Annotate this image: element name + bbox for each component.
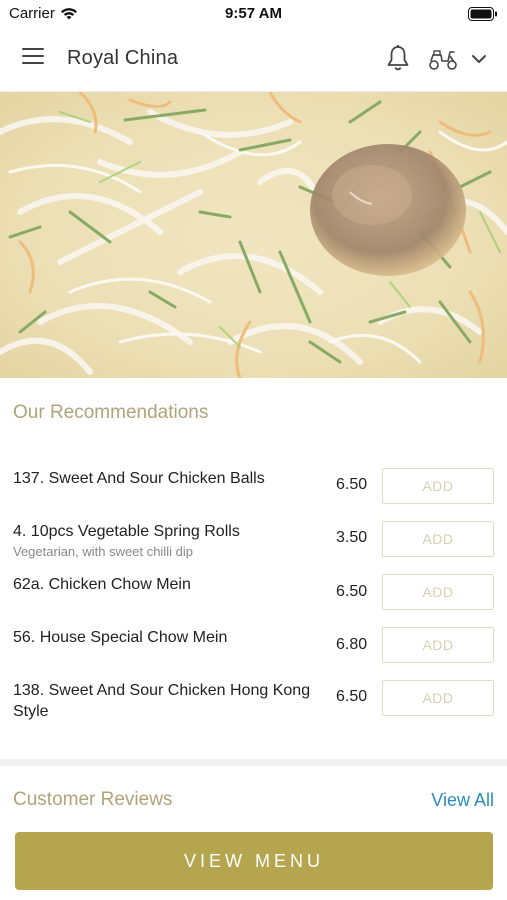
add-button[interactable]: ADD <box>382 468 494 504</box>
view-menu-button[interactable]: VIEW MENU <box>15 832 493 890</box>
delivery-mode-button[interactable] <box>427 46 459 72</box>
soup-photo <box>0 92 507 378</box>
dish-name: 137. Sweet And Sour Chicken Balls <box>13 470 265 487</box>
app-header: Royal China <box>0 26 507 92</box>
menu-button[interactable] <box>22 48 46 70</box>
add-button[interactable]: ADD <box>382 680 494 716</box>
view-all-reviews-link[interactable]: View All <box>400 790 494 811</box>
dish-name: 56. House Special Chow Mein <box>13 629 228 646</box>
hero-food-image <box>0 92 507 378</box>
dish-name: 62a. Chicken Chow Mein <box>13 576 191 593</box>
dish-price: 6.80 <box>336 636 368 653</box>
dish-price: 6.50 <box>336 688 368 705</box>
battery-icon <box>468 7 497 21</box>
restaurant-title: Royal China <box>67 47 179 69</box>
dish-name: 4. 10pcs Vegetable Spring Rolls <box>13 523 240 540</box>
add-button[interactable]: ADD <box>382 521 494 557</box>
dish-price: 3.50 <box>336 529 368 546</box>
delivery-dropdown-button[interactable] <box>470 50 488 68</box>
status-time: 9:57 AM <box>225 5 282 22</box>
recommendations-title: Our Recommendations <box>13 402 209 423</box>
scooter-icon <box>429 50 457 70</box>
dish-description: Vegetarian, with sweet chilli dip <box>13 544 193 559</box>
add-button[interactable]: ADD <box>382 574 494 610</box>
status-bar: Carrier 9:57 AM <box>0 0 507 26</box>
chevron-down-icon <box>472 55 486 63</box>
menu-icon <box>22 48 46 64</box>
reviews-title: Customer Reviews <box>13 789 173 810</box>
dish-price: 6.50 <box>336 583 368 600</box>
section-divider <box>0 759 507 766</box>
bell-icon <box>387 45 409 71</box>
add-button[interactable]: ADD <box>382 627 494 663</box>
dish-price: 6.50 <box>336 476 368 493</box>
dish-name: 138. Sweet And Sour Chicken Hong Kong St… <box>13 682 311 720</box>
notifications-button[interactable] <box>385 44 411 72</box>
